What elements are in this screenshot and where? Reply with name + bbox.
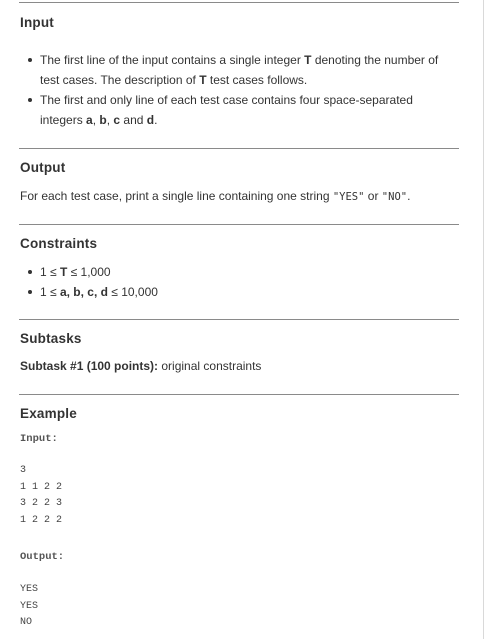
constraint-text: ≤ 1,000: [67, 265, 111, 279]
output-text: For each test case, print a single line …: [20, 189, 333, 203]
example-output-block: YES YES NO: [20, 584, 39, 628]
output-yes-literal: "YES": [332, 191, 365, 203]
variables-abcd: a, b, c, d: [59, 285, 108, 299]
example-output-label: Output:: [20, 551, 65, 563]
output-no-literal: "NO": [381, 191, 408, 203]
input-heading: Input: [20, 15, 54, 30]
input-bullet-1-text: The first line of the input contains a s…: [40, 53, 305, 67]
constraint-item-2: 1 ≤ a, b, c, d ≤ 10,000: [24, 282, 454, 302]
variable-T: T: [199, 73, 207, 87]
variable-T: T: [304, 53, 312, 67]
output-heading: Output: [20, 160, 66, 175]
constraint-text: ≤ 10,000: [107, 285, 158, 299]
constraints-heading: Constraints: [20, 236, 98, 251]
subtask-1-label: Subtask #1 (100 points):: [20, 359, 159, 373]
separator: and: [120, 113, 147, 127]
subtask-1-text: original constraints: [158, 359, 262, 373]
section-divider: [19, 148, 459, 149]
variable-a: a: [86, 113, 93, 127]
constraints-list: 1 ≤ T ≤ 1,000 1 ≤ a, b, c, d ≤ 10,000: [24, 262, 454, 302]
input-bullet-1-text-end: test cases follows.: [206, 73, 308, 87]
output-description: For each test case, print a single line …: [20, 186, 460, 207]
section-divider: [19, 394, 459, 395]
constraint-text: 1 ≤: [40, 285, 60, 299]
example-input-label: Input:: [20, 433, 58, 445]
variable-b: b: [99, 113, 107, 127]
input-description-list: The first line of the input contains a s…: [24, 50, 454, 130]
constraint-text: 1 ≤: [40, 265, 60, 279]
input-bullet-2-text-end: .: [154, 113, 158, 127]
section-divider: [19, 319, 459, 320]
top-divider: [19, 2, 459, 3]
input-bullet-1: The first line of the input contains a s…: [24, 50, 454, 90]
example-heading: Example: [20, 406, 77, 421]
constraint-item-1: 1 ≤ T ≤ 1,000: [24, 262, 454, 282]
output-text-end: .: [407, 189, 411, 203]
subtasks-heading: Subtasks: [20, 331, 82, 346]
input-bullet-2: The first and only line of each test cas…: [24, 90, 454, 130]
section-divider: [19, 224, 459, 225]
subtask-1: Subtask #1 (100 points): original constr…: [20, 356, 460, 376]
output-text-mid: or: [364, 189, 382, 203]
example-input-block: 3 1 1 2 2 3 2 2 3 1 2 2 2: [20, 465, 63, 526]
